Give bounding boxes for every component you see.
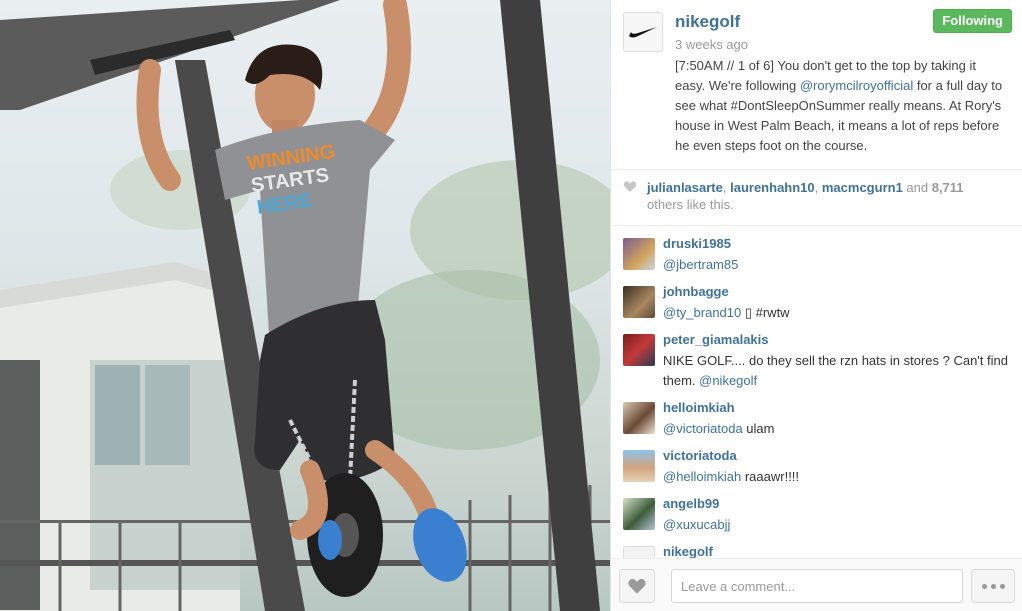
avatar[interactable] [623, 12, 663, 52]
comment-username[interactable]: johnbagge [663, 284, 729, 299]
comments-list: druski1985 @jbertram85 johnbagge @ty_bra… [611, 227, 1022, 558]
comment-body: ▯ #rwtw [741, 305, 790, 320]
caption-mention[interactable]: @rorymcilroyofficial [800, 78, 913, 93]
more-options-button[interactable] [971, 569, 1015, 603]
comment-text: @jbertram85 [663, 255, 1008, 275]
commenter-avatar[interactable] [623, 402, 655, 434]
comment-item: druski1985 @jbertram85 [623, 236, 1013, 280]
more-dots-icon [981, 583, 987, 589]
comment-input[interactable] [671, 569, 963, 603]
post-caption: [7:50AM // 1 of 6] You don't get to the … [675, 56, 1005, 156]
comment-item: johnbagge @ty_brand10 ▯ #rwtw [623, 284, 1013, 328]
nike-swoosh-icon [629, 27, 657, 38]
post-sidebar: nikegolf 3 weeks ago Following [7:50AM /… [610, 0, 1022, 611]
comment-body: ulam [742, 421, 775, 436]
comment-username[interactable]: helloimkiah [663, 400, 735, 415]
comment-item: angelb99 @xuxucabjj [623, 496, 1013, 540]
following-button[interactable]: Following [933, 9, 1012, 33]
comment-text: NIKE GOLF.... do they sell the rzn hats … [663, 351, 1008, 391]
comment-mention[interactable]: @nikegolf [699, 373, 757, 388]
post-username[interactable]: nikegolf [675, 12, 740, 32]
comment-item: helloimkiah @victoriatoda ulam [623, 400, 1013, 444]
comment-mention[interactable]: @victoriatoda [663, 421, 743, 436]
liker-1[interactable]: julianlasarte [647, 180, 723, 195]
comment-mention[interactable]: @xuxucabjj [663, 517, 730, 532]
likes-summary: julianlasarte, laurenhahn10, macmcgurn1 … [611, 170, 1022, 226]
comment-username[interactable]: angelb99 [663, 496, 719, 511]
comment-username[interactable]: druski1985 [663, 236, 731, 251]
comment-mention[interactable]: @jbertram85 [663, 257, 738, 272]
commenter-avatar[interactable] [623, 286, 655, 318]
heart-icon [623, 181, 637, 192]
comment-text: @helloimkiah raaawr!!!! [663, 467, 1008, 487]
post-header: nikegolf 3 weeks ago Following [7:50AM /… [611, 0, 1022, 170]
commenter-avatar[interactable] [623, 498, 655, 530]
commenter-avatar[interactable] [623, 238, 655, 270]
comment-item: victoriatoda @helloimkiah raaawr!!!! [623, 448, 1013, 492]
liker-2[interactable]: laurenhahn10 [730, 180, 815, 195]
comment-body: raaawr!!!! [741, 469, 800, 484]
commenter-avatar[interactable] [623, 450, 655, 482]
comment-text: @ty_brand10 ▯ #rwtw [663, 303, 1008, 323]
photo-illustration: WINNING STARTS HERE [0, 0, 610, 611]
comment-text: @victoriatoda ulam [663, 419, 1008, 439]
post-timestamp[interactable]: 3 weeks ago [675, 37, 748, 52]
more-dots-icon [990, 583, 996, 589]
liker-3[interactable]: macmcgurn1 [822, 180, 903, 195]
commenter-avatar[interactable] [623, 546, 655, 558]
comment-item: peter_giamalakis NIKE GOLF.... do they s… [623, 332, 1013, 396]
comment-mention[interactable]: @helloimkiah [663, 469, 741, 484]
likes-count[interactable]: 8,711 [932, 180, 964, 195]
likes-suffix: others like this. [647, 197, 734, 212]
post-photo[interactable]: WINNING STARTS HERE [0, 0, 610, 611]
comment-username[interactable]: peter_giamalakis [663, 332, 769, 347]
heart-icon [628, 578, 646, 594]
comment-username[interactable]: victoriatoda [663, 448, 737, 463]
like-button[interactable] [619, 569, 655, 603]
likes-and: and [902, 180, 932, 195]
comment-mention[interactable]: @ty_brand10 [663, 305, 741, 320]
comment-footer [611, 558, 1022, 611]
comment-text: @xuxucabjj [663, 515, 1008, 535]
comment-username[interactable]: nikegolf [663, 544, 713, 558]
commenter-avatar[interactable] [623, 334, 655, 366]
comment-item: nikegolf [623, 544, 1013, 558]
more-dots-icon [999, 583, 1005, 589]
post-viewer: WINNING STARTS HERE nikegolf 3 weeks ago… [0, 0, 1022, 611]
